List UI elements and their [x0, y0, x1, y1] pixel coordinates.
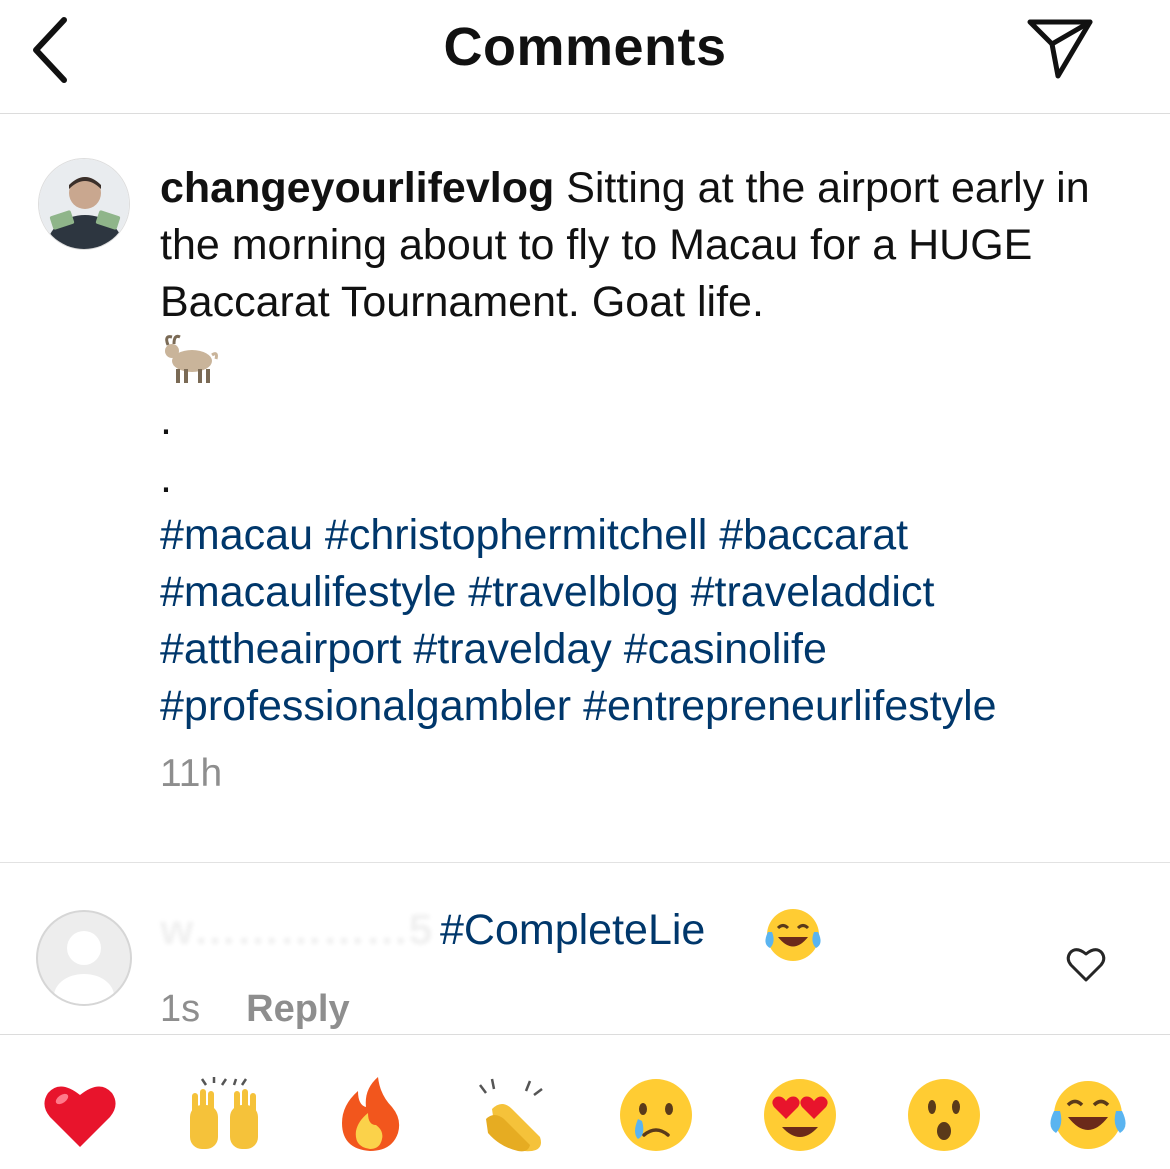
comments-header: Comments	[0, 0, 1170, 114]
tears-of-joy-icon	[1050, 1081, 1126, 1149]
raising-hands-emoji-button[interactable]	[184, 1075, 264, 1155]
comment-time: 1s	[160, 988, 201, 1030]
post-author-avatar[interactable]	[38, 158, 130, 250]
tears-of-joy-emoji-icon	[762, 904, 824, 966]
red-heart-emoji-button[interactable]	[40, 1075, 120, 1155]
caption-hashtags[interactable]: #macau #christophermitchell #baccarat #m…	[160, 511, 997, 730]
reply-button[interactable]: Reply	[246, 988, 349, 1030]
red-heart-icon	[44, 1086, 116, 1147]
heart-eyes-emoji-button[interactable]	[760, 1075, 840, 1155]
clapping-hands-emoji-button[interactable]	[472, 1075, 552, 1155]
post-caption: changeyourlifevlog Sitting at the airpor…	[160, 160, 1150, 802]
crying-face-icon	[620, 1079, 692, 1151]
comment-meta: 1s Reply	[160, 988, 350, 1031]
fire-icon	[342, 1077, 400, 1151]
crying-face-emoji-button[interactable]	[616, 1075, 696, 1155]
section-divider	[0, 862, 1170, 863]
share-button[interactable]	[1026, 16, 1094, 82]
clapping-hands-icon	[479, 1078, 543, 1152]
raising-hands-icon	[190, 1077, 258, 1149]
post-timestamp: 11h	[160, 752, 223, 795]
paper-plane-icon	[1027, 19, 1093, 79]
comment-text[interactable]: #CompleteLie	[440, 906, 705, 955]
fire-emoji-button[interactable]	[330, 1075, 410, 1155]
page-title: Comments	[443, 17, 727, 77]
profile-photo-icon	[39, 159, 129, 249]
caption-dot: .	[160, 396, 172, 444]
heart-eyes-icon	[764, 1079, 836, 1151]
commenter-avatar[interactable]	[36, 910, 132, 1006]
default-avatar-icon	[54, 931, 114, 1004]
like-comment-button[interactable]	[1064, 942, 1108, 986]
hushed-face-icon	[908, 1079, 980, 1151]
quick-reaction-bar	[0, 1034, 1170, 1169]
goat-emoji-icon	[160, 331, 1150, 391]
hushed-face-emoji-button[interactable]	[904, 1075, 984, 1155]
heart-outline-icon	[1066, 948, 1106, 982]
tears-of-joy-emoji-button[interactable]	[1048, 1075, 1128, 1155]
caption-dot: .	[160, 454, 172, 502]
post-author-username[interactable]: changeyourlifevlog	[160, 164, 554, 212]
commenter-username-redacted[interactable]: w……………5	[160, 906, 432, 955]
